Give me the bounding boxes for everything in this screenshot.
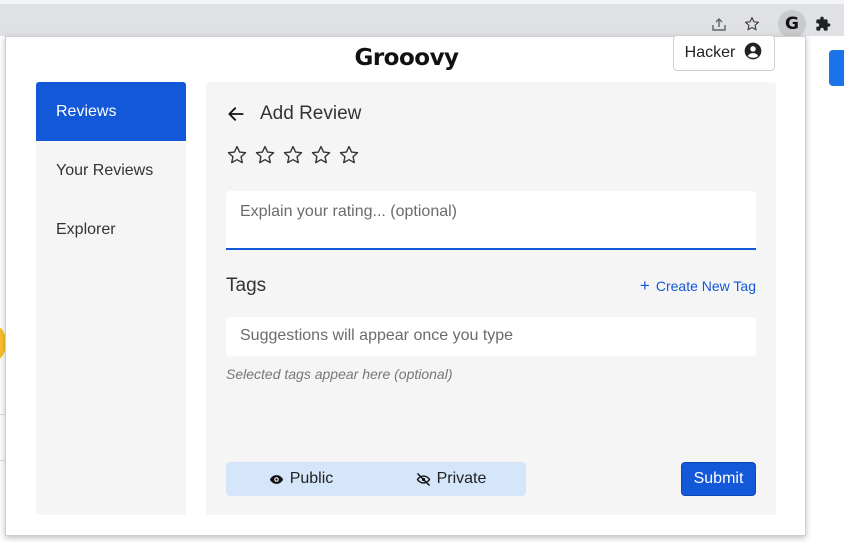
rating-explanation-placeholder: Explain your rating... (optional) [240,203,457,220]
submit-button[interactable]: Submit [681,462,756,496]
sidebar-item-explorer[interactable]: Explorer [36,200,186,259]
sidebar-item-your-reviews[interactable]: Your Reviews [36,141,186,200]
page-title: Add Review [260,103,362,124]
create-new-tag-button[interactable]: + Create New Tag [639,276,756,295]
selected-tags-hint: Selected tags appear here (optional) [226,366,453,382]
visibility-private-button[interactable]: Private [376,462,526,496]
star-3-icon[interactable] [282,144,304,166]
plus-icon: + [639,276,650,295]
create-new-tag-label: Create New Tag [655,278,756,294]
back-arrow-icon[interactable] [226,104,246,124]
star-1-icon[interactable] [226,144,248,166]
rating-explanation-input[interactable]: Explain your rating... (optional) [226,191,756,250]
star-2-icon[interactable] [254,144,276,166]
eye-off-icon [416,472,431,487]
tags-heading: Tags [226,275,267,296]
extension-popup: Grooovy Hacker Reviews Your Reviews Expl… [5,35,806,536]
share-icon[interactable] [708,13,730,35]
background-page-button [829,50,844,86]
user-name: Hacker [684,44,736,61]
extension-g-icon[interactable]: G [778,10,806,38]
sidebar-item-reviews[interactable]: Reviews [36,82,186,141]
browser-toolbar: G [0,4,844,38]
eye-icon [269,472,284,487]
extension-letter: G [785,14,799,34]
star-rating [226,144,360,166]
puzzle-icon[interactable] [812,13,834,35]
bookmark-star-icon[interactable] [741,13,763,35]
tag-search-placeholder: Suggestions will appear once you type [240,327,514,344]
visibility-toggle: Public Private [226,462,526,496]
visibility-private-label: Private [436,470,487,487]
visibility-public-label: Public [289,470,334,487]
sidebar-nav: Reviews Your Reviews Explorer [36,82,186,515]
user-menu-button[interactable]: Hacker [673,35,775,71]
star-4-icon[interactable] [310,144,332,166]
tag-search-input[interactable]: Suggestions will appear once you type [226,317,756,356]
panel-header: Add Review [226,102,361,126]
add-review-panel: Add Review Explain your rating... (optio… [206,82,776,515]
star-5-icon[interactable] [338,144,360,166]
account-circle-icon [743,41,763,66]
visibility-public-button[interactable]: Public [226,462,376,496]
